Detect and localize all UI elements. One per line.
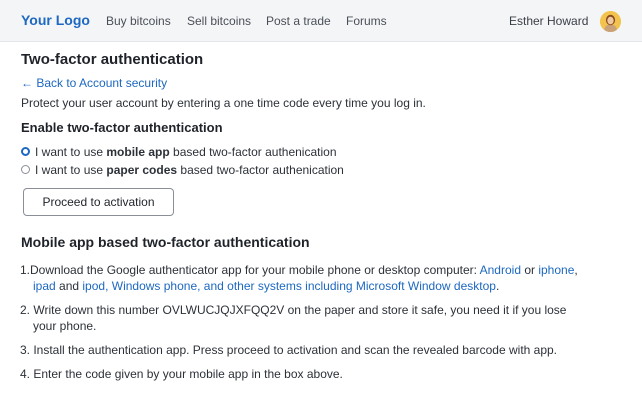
back-to-account-security-link[interactable]: ← Back to Account security [21, 76, 167, 90]
proceed-to-activation-button[interactable]: Proceed to activation [23, 188, 174, 216]
top-navigation-bar: Your Logo Buy bitcoins Sell bitcoins Pos… [0, 0, 642, 42]
radio-mobile-app[interactable] [21, 147, 30, 156]
user-avatar-icon [600, 11, 621, 32]
step-4: 4. Enter the code given by your mobile a… [20, 367, 343, 381]
ipad-link[interactable]: ipad [33, 279, 56, 293]
iphone-link[interactable]: iphone [538, 263, 574, 277]
page-title: Two-factor authentication [21, 51, 204, 68]
user-name[interactable]: Esther Howard [509, 14, 588, 28]
option-mobile-app-label: I want to use mobile app based two-facto… [35, 145, 337, 159]
nav-buy-bitcoins[interactable]: Buy bitcoins [106, 14, 171, 28]
ipod-and-others-link[interactable]: ipod, Windows phone, and other systems i… [82, 279, 496, 293]
nav-post-a-trade[interactable]: Post a trade [266, 14, 331, 28]
step-3: 3. Install the authentication app. Press… [20, 343, 558, 357]
enable-2fa-heading: Enable two-factor authentication [21, 120, 223, 135]
step-1: 1.Download the Google authenticator app … [20, 263, 578, 293]
step-2: 2. Write down this number OVLWUCJQJXFQQ2… [20, 303, 567, 333]
intro-text: Protect your user account by entering a … [21, 96, 426, 110]
option-paper-codes-label: I want to use paper codes based two-fact… [35, 163, 344, 177]
nav-forums[interactable]: Forums [346, 14, 387, 28]
mobile-app-section-heading: Mobile app based two-factor authenticati… [21, 234, 310, 250]
nav-sell-bitcoins[interactable]: Sell bitcoins [187, 14, 251, 28]
logo[interactable]: Your Logo [21, 12, 90, 28]
radio-paper-codes[interactable] [21, 165, 30, 174]
avatar[interactable] [600, 11, 621, 32]
android-link[interactable]: Android [480, 263, 521, 277]
